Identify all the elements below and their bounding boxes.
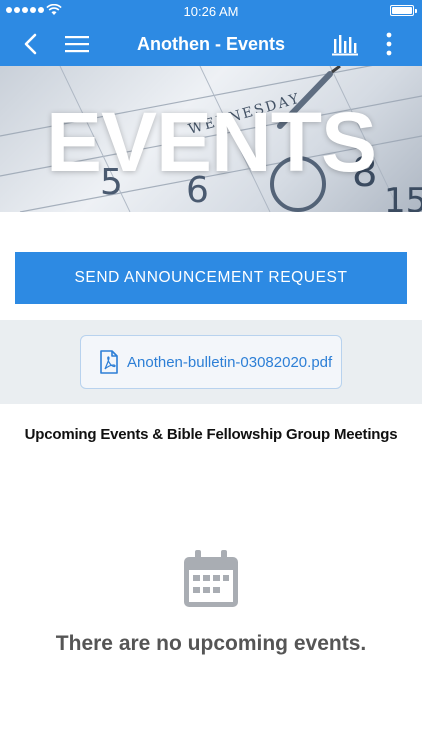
navigation-bar: Anothen - Events (0, 22, 422, 66)
battery-icon (390, 5, 417, 16)
stats-chart-icon[interactable] (332, 32, 358, 56)
page-title: Anothen - Events (136, 34, 285, 54)
events-hero-banner: WEDNESDAY 5 6 8 15 EVENTS (0, 66, 422, 212)
more-options-icon[interactable] (380, 30, 398, 58)
events-section-title: Upcoming Events & Bible Fellowship Group… (24, 426, 398, 443)
pdf-file-name: Anothen-bulletin-03082020.pdf (127, 353, 333, 371)
status-bar: 10:26 AM (0, 0, 422, 22)
calendar-icon (184, 550, 238, 607)
send-announcement-request-button[interactable]: SEND ANNOUNCEMENT REQUEST (15, 252, 407, 304)
hero-title: EVENTS (45, 95, 377, 189)
bulletin-pdf-link[interactable]: Anothen-bulletin-03082020.pdf (80, 335, 342, 389)
empty-events-message: There are no upcoming events. (55, 632, 367, 655)
attachment-section: Anothen-bulletin-03082020.pdf (0, 320, 422, 404)
status-time: 10:26 AM (183, 4, 239, 19)
pdf-icon (100, 350, 118, 374)
